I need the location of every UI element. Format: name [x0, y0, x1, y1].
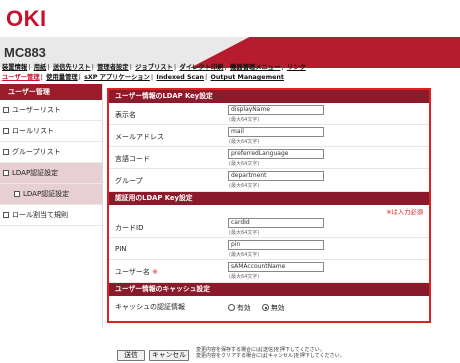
- required-mark: ※: [152, 268, 158, 276]
- menu-device-info[interactable]: 装置情報: [2, 64, 27, 71]
- sidebar-item-label: LDAP認証設定: [23, 190, 70, 198]
- menu-output-management[interactable]: Output Management: [211, 74, 284, 81]
- required-note: ※は入力必須: [386, 209, 423, 216]
- required-note-row: ※は入力必須: [109, 205, 429, 216]
- menu-device-management[interactable]: 機器管理メニュー: [230, 64, 280, 71]
- sidebar-item-label: ユーザーリスト: [12, 106, 61, 114]
- field-label: 表示名: [115, 111, 136, 119]
- menu-paper[interactable]: 用紙: [34, 64, 47, 71]
- field-label: グループ: [115, 177, 143, 185]
- sidebar-item-ldap-auth[interactable]: LDAP認証設定: [0, 163, 102, 184]
- sidebar-subitem-ldap-auth[interactable]: LDAP認証設定: [0, 184, 102, 205]
- sidebar: ユーザー管理 ユーザーリスト ロールリスト グループリスト LDAP認証設定 L…: [0, 84, 103, 328]
- field-hint: (最大64文字): [229, 252, 260, 258]
- field-hint: (最大64文字): [229, 183, 260, 189]
- username-label: ユーザー名: [115, 268, 150, 276]
- menu-address-list[interactable]: 送信先リスト: [53, 64, 91, 71]
- sidebar-title: ユーザー管理: [0, 84, 102, 100]
- field-label: 言語コード: [115, 155, 150, 163]
- form-row-group: グループ department (最大64文字): [109, 169, 429, 192]
- username-input[interactable]: sAMAccountName: [228, 262, 324, 272]
- display-name-input[interactable]: displayName: [228, 105, 324, 115]
- menu-direct-print[interactable]: ダイレクト印刷: [179, 64, 223, 71]
- field-label: カードID: [115, 224, 144, 232]
- form-row-cache: キャッシュの認証情報 有効 無効: [109, 296, 429, 316]
- sidebar-item-label: ロール割当て規則: [12, 211, 68, 219]
- model-name: MC883: [4, 45, 46, 60]
- sidebar-item-label: グループリスト: [12, 148, 61, 156]
- cancel-button[interactable]: キャンセル: [149, 350, 189, 361]
- menu-admin-settings[interactable]: 管理者設定: [97, 64, 128, 71]
- oki-logo: OKI: [6, 6, 47, 31]
- radio-enabled-label: 有効: [237, 304, 251, 312]
- form-row-pin: PIN pin (最大64文字): [109, 238, 429, 260]
- sidebar-item-role-assignment[interactable]: ロール割当て規則: [0, 205, 102, 226]
- bullet-icon: [3, 107, 9, 113]
- field-hint: (最大64文字): [229, 230, 260, 236]
- field-hint: (最大64文字): [229, 274, 260, 280]
- radio-disabled[interactable]: [262, 304, 269, 311]
- sidebar-item-user-list[interactable]: ユーザーリスト: [0, 100, 102, 121]
- ldap-settings-panel: ユーザー情報のLDAP Key設定 表示名 displayName (最大64文…: [107, 88, 431, 323]
- field-label: キャッシュの認証情報: [115, 303, 185, 311]
- bullet-icon: [3, 212, 9, 218]
- radio-enabled[interactable]: [228, 304, 235, 311]
- help-note-line-2: 変更内容をクリアする場合には[キャンセル]を押下してください。: [196, 353, 345, 359]
- field-hint: (最大64文字): [229, 139, 260, 145]
- main-menu: 装置情報| 用紙| 送信先リスト| 管理者設定| ジョブリスト| ダイレクト印刷…: [2, 64, 306, 71]
- card-id-input[interactable]: cardId: [228, 218, 324, 228]
- sidebar-item-label: LDAP認証設定: [12, 169, 59, 177]
- email-input[interactable]: mail: [228, 127, 324, 137]
- language-input[interactable]: preferredLanguage: [228, 149, 324, 159]
- header: OKI MC883: [0, 0, 460, 68]
- sidebar-item-group-list[interactable]: グループリスト: [0, 142, 102, 163]
- sidebar-item-label: ロールリスト: [12, 127, 54, 135]
- menu-usage-management[interactable]: 使用量管理: [46, 74, 77, 81]
- bullet-icon: [14, 191, 20, 197]
- form-row-language: 言語コード preferredLanguage (最大64文字): [109, 147, 429, 169]
- menu-sxp-application[interactable]: sXP アプリケーション: [84, 74, 150, 81]
- field-hint: (最大64文字): [229, 161, 260, 167]
- menu-link[interactable]: リンク: [287, 64, 306, 71]
- submit-button[interactable]: 送信: [117, 350, 145, 361]
- field-label: PIN: [115, 245, 127, 253]
- sub-menu: ユーザー管理| 使用量管理| sXP アプリケーション| Indexed Sca…: [2, 74, 284, 81]
- menu-user-management[interactable]: ユーザー管理: [2, 74, 40, 81]
- field-label: ユーザー名 ※: [115, 267, 158, 277]
- section-cache-settings: ユーザー情報のキャッシュ設定: [109, 283, 429, 296]
- pin-input[interactable]: pin: [228, 240, 324, 250]
- field-label: メールアドレス: [115, 133, 164, 141]
- bullet-icon: [3, 149, 9, 155]
- form-row-display-name: 表示名 displayName (最大64文字): [109, 103, 429, 125]
- form-row-card-id: カードID cardId (最大64文字): [109, 216, 429, 238]
- section-auth-ldap-key: 認証用のLDAP Key設定: [109, 192, 429, 205]
- group-input[interactable]: department: [228, 171, 324, 181]
- radio-disabled-label: 無効: [271, 304, 285, 312]
- form-row-email: メールアドレス mail (最大64文字): [109, 125, 429, 147]
- cache-disabled-option[interactable]: 無効: [262, 302, 285, 312]
- form-row-username: ユーザー名 ※ sAMAccountName (最大64文字): [109, 260, 429, 283]
- menu-job-list[interactable]: ジョブリスト: [135, 64, 173, 71]
- sidebar-item-role-list[interactable]: ロールリスト: [0, 121, 102, 142]
- expand-icon: [3, 170, 9, 176]
- help-note: 変更内容を保存する場合には[送信]を押下してください。 変更内容をクリアする場合…: [196, 347, 345, 359]
- field-hint: (最大64文字): [229, 117, 260, 123]
- bullet-icon: [3, 128, 9, 134]
- cache-enabled-option[interactable]: 有効: [228, 302, 251, 312]
- section-user-ldap-key: ユーザー情報のLDAP Key設定: [109, 90, 429, 103]
- menu-indexed-scan[interactable]: Indexed Scan: [156, 74, 204, 81]
